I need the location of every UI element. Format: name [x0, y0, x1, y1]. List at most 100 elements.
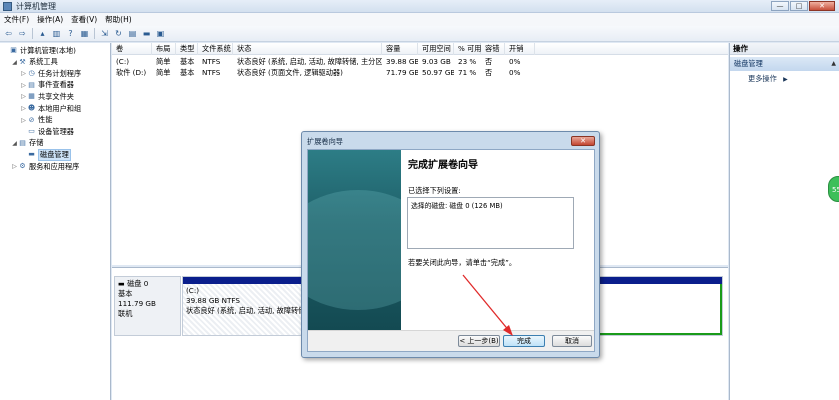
- column-header-overhead[interactable]: 开销: [505, 43, 535, 55]
- table-row[interactable]: (C:) 简单 基本 NTFS 状态良好 (系统, 启动, 活动, 故障转储, 主分区)…: [112, 56, 728, 67]
- tree-item-label: 系统工具: [29, 57, 58, 67]
- tree-item[interactable]: ▷ ▤ 事件查看器: [20, 80, 74, 91]
- up-folder-icon[interactable]: ▴: [37, 28, 48, 39]
- tree-item[interactable]: ▭ 设备管理器: [20, 126, 74, 137]
- maximize-button[interactable]: □: [790, 1, 808, 11]
- disk-icon[interactable]: ▬: [141, 28, 152, 39]
- tree-item-label: 磁盘管理: [38, 148, 71, 161]
- wizard-title: 扩展卷向导: [307, 137, 343, 146]
- floating-widget-bubble[interactable]: 55: [828, 176, 839, 202]
- expand-toggle-icon[interactable]: ▷: [20, 105, 27, 112]
- toolbar: ⇦ ⇨ ▴ ▥ ? ▦ ⇲ ↻ ▤ ▬ ▣: [0, 26, 839, 42]
- column-header-type[interactable]: 类型: [176, 43, 198, 55]
- column-header-capacity[interactable]: 容量: [382, 43, 418, 55]
- menu-file[interactable]: 文件(F): [0, 14, 33, 25]
- more-actions-link[interactable]: 更多操作 ▶: [748, 74, 788, 84]
- tree-item[interactable]: ▷ ⚙ 服务和应用程序: [11, 161, 79, 172]
- wizard-content: 完成扩展卷向导 已选择下列设置: 选择的磁盘: 磁盘 0 (126 MB) 若要…: [401, 150, 594, 330]
- partition-c[interactable]: (C:) 39.88 GB NTFS 状态良好 (系统, 启动, 活动, 故障转…: [183, 277, 334, 335]
- tree-item[interactable]: ◢ ▤ 存储: [11, 138, 43, 149]
- close-hint-text: 若要关闭此向导，请单击“完成”。: [408, 258, 517, 267]
- tree-item[interactable]: ◢ ⚒ 系统工具: [11, 57, 58, 68]
- extend-volume-wizard-dialog: 扩展卷向导 ✕ 完成扩展卷向导 已选择下列设置: 选择的磁盘: 磁盘 0 (12…: [301, 131, 600, 358]
- collapse-icon[interactable]: ▲: [831, 57, 836, 71]
- expand-toggle-icon[interactable]: ◢: [11, 140, 18, 147]
- partition-c-size: 39.88 GB NTFS: [186, 296, 240, 305]
- menu-view[interactable]: 查看(V): [67, 14, 101, 25]
- disk-icon: ▬: [118, 279, 128, 288]
- tree-item-label: 存储: [29, 138, 44, 148]
- expand-toggle-icon[interactable]: ▷: [20, 117, 27, 124]
- actions-header: 操作: [730, 43, 839, 55]
- disk-size: 111.79 GB: [118, 299, 156, 308]
- actions-pane: 操作 磁盘管理 ▲ 更多操作 ▶: [729, 43, 839, 400]
- cell-free: 50.97 GB: [422, 68, 454, 77]
- selected-settings-box[interactable]: 选择的磁盘: 磁盘 0 (126 MB): [407, 197, 574, 249]
- column-header-fault-tolerance[interactable]: 容错: [481, 43, 505, 55]
- tree-item[interactable]: ▷ ⊘ 性能: [20, 115, 52, 126]
- tree-item-label: 任务计划程序: [38, 68, 82, 78]
- more-actions-label: 更多操作: [748, 74, 777, 83]
- disk-type: 基本: [118, 289, 133, 298]
- column-header-percent-free[interactable]: % 可用: [454, 43, 482, 55]
- cell-overhead: 0%: [509, 57, 521, 66]
- cell-vol: (C:): [116, 57, 130, 66]
- tree-item[interactable]: ▣ 计算机管理(本地): [2, 45, 76, 56]
- help-topics-icon[interactable]: ▣: [155, 28, 166, 39]
- expand-toggle-icon[interactable]: ◢: [11, 59, 18, 66]
- menu-action[interactable]: 操作(A): [33, 14, 67, 25]
- partition-c-bar: [183, 277, 303, 284]
- submenu-arrow-icon: ▶: [783, 76, 788, 83]
- computer-management-icon: ▣: [10, 46, 17, 54]
- disk-state: 联机: [118, 309, 133, 318]
- selected-settings-value: 选择的磁盘: 磁盘 0 (126 MB): [411, 202, 503, 210]
- tools-icon: ⚒: [19, 57, 26, 66]
- view-icon[interactable]: ▤: [127, 28, 138, 39]
- actions-section-label: 磁盘管理: [734, 59, 763, 68]
- device-manager-icon: ▭: [28, 127, 35, 136]
- forward-arrow-icon[interactable]: ⇨: [17, 28, 28, 39]
- expand-toggle-icon[interactable]: ▷: [20, 70, 27, 77]
- export-icon[interactable]: ⇲: [99, 28, 110, 39]
- expand-toggle-icon[interactable]: ▷: [20, 93, 27, 100]
- back-button[interactable]: < 上一步(B): [458, 335, 500, 347]
- tree-item[interactable]: ▷ ◷ 任务计划程序: [20, 68, 81, 79]
- wizard-close-button[interactable]: ✕: [571, 136, 595, 146]
- list-header: 卷 布局 类型 文件系统 状态 容量 可用空间 % 可用 容错 开销: [112, 43, 728, 55]
- minimize-button[interactable]: —: [771, 1, 789, 11]
- show-hide-tree-icon[interactable]: ▥: [51, 28, 62, 39]
- cell-layout: 简单: [156, 57, 171, 66]
- cancel-button[interactable]: 取消: [552, 335, 592, 347]
- refresh-icon[interactable]: ↻: [113, 28, 124, 39]
- partition-c-name: (C:): [186, 286, 200, 295]
- column-header-volume[interactable]: 卷: [112, 43, 152, 55]
- column-header-status[interactable]: 状态: [233, 43, 382, 55]
- back-arrow-icon[interactable]: ⇦: [3, 28, 14, 39]
- table-row[interactable]: 软件 (D:) 简单 基本 NTFS 状态良好 (页面文件, 逻辑驱动器) 71.79 G…: [112, 67, 728, 78]
- help-icon[interactable]: ?: [65, 28, 76, 39]
- tree-item[interactable]: ▬ 磁盘管理: [20, 148, 71, 161]
- expand-toggle-icon[interactable]: ▷: [20, 82, 27, 89]
- column-header-filesystem[interactable]: 文件系统: [198, 43, 233, 55]
- properties-icon[interactable]: ▦: [79, 28, 90, 39]
- actions-section-disk-management[interactable]: 磁盘管理 ▲: [730, 57, 839, 71]
- tree-item[interactable]: ▷ ▦ 共享文件夹: [20, 91, 74, 102]
- disk-0-label[interactable]: ▬ 磁盘 0 基本 111.79 GB 联机: [114, 276, 181, 336]
- column-header-free-space[interactable]: 可用空间: [418, 43, 454, 55]
- expand-toggle-icon[interactable]: ▷: [11, 163, 18, 170]
- finish-button[interactable]: 完成: [503, 335, 545, 347]
- cell-free: 9.03 GB: [422, 57, 451, 66]
- cell-overhead: 0%: [509, 68, 521, 77]
- cell-fault: 否: [485, 57, 493, 66]
- task-scheduler-icon: ◷: [28, 69, 35, 78]
- storage-icon: ▤: [19, 138, 26, 147]
- app-icon: [3, 1, 12, 11]
- menu-help[interactable]: 帮助(H): [101, 14, 136, 25]
- partition-d[interactable]: [596, 277, 722, 335]
- close-button[interactable]: ✕: [809, 1, 835, 11]
- column-header-layout[interactable]: 布局: [152, 43, 176, 55]
- disk-name: ▬ 磁盘 0: [118, 279, 149, 288]
- wizard-side-banner: [308, 150, 401, 330]
- tree-item[interactable]: ▷ ☻ 本地用户和组: [20, 103, 81, 114]
- tree-item-label: 计算机管理(本地): [20, 45, 76, 55]
